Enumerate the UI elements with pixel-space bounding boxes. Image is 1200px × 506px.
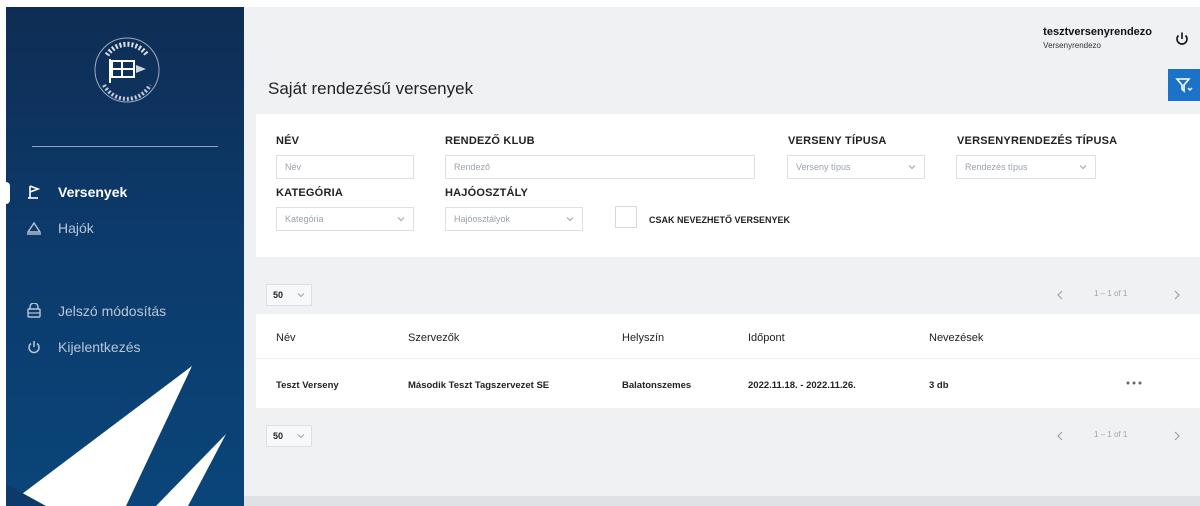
only-open-checkbox[interactable] xyxy=(615,206,637,228)
chevron-down-icon xyxy=(566,217,574,222)
filter-panel: NÉV Név RENDEZŐ KLUB Rendező VERSENY TÍP… xyxy=(256,114,1200,257)
sidebar-item-label: Versenyek xyxy=(58,184,128,200)
sidebar-item-versenyek[interactable]: Versenyek xyxy=(24,182,127,202)
page-range: 1 – 1 of 1 xyxy=(1094,289,1128,298)
cell-date: 2022.11.18. - 2022.11.26. xyxy=(748,380,856,391)
page-size-value: 50 xyxy=(273,290,284,300)
only-open-label: CSAK NEVEZHETŐ VERSENYEK xyxy=(649,215,791,225)
bottom-scroll-area xyxy=(244,496,1200,506)
power-icon xyxy=(24,337,44,357)
column-header-date: Időpont xyxy=(748,332,785,344)
cell-organizers: Második Teszt Tagszervezet SE xyxy=(408,380,550,391)
main-content: Saját rendezésű versenyek tesztversenyre… xyxy=(244,7,1200,506)
prev-page-icon[interactable] xyxy=(1053,288,1067,302)
column-header-organizers: Szervezők xyxy=(408,332,460,344)
page-title: Saját rendezésű versenyek xyxy=(268,79,474,98)
org-type-label: VERSENYRENDEZÉS TÍPUSA xyxy=(957,135,1118,147)
chevron-down-icon xyxy=(397,217,405,222)
active-nav-marker xyxy=(6,182,10,204)
sidebar-item-label: Hajók xyxy=(58,220,94,236)
pagination-bottom: 50 1 – 1 of 1 xyxy=(266,425,1186,447)
logout-power-icon[interactable] xyxy=(1174,31,1190,47)
chevron-down-icon xyxy=(297,293,305,298)
sidebar-item-label: Kijelentkezés xyxy=(58,339,141,355)
boat-icon xyxy=(24,218,44,238)
next-page-icon[interactable] xyxy=(1170,288,1184,302)
sidebar-item-logout[interactable]: Kijelentkezés xyxy=(24,337,141,357)
org-type-select[interactable]: Rendezés típus xyxy=(956,155,1096,179)
boatclass-label: HAJÓOSZTÁLY xyxy=(445,187,529,199)
boatclass-placeholder: Hajóosztályok xyxy=(454,214,511,224)
flag-icon xyxy=(24,182,44,202)
boatclass-select[interactable]: Hajóosztályok xyxy=(445,207,583,231)
name-filter-input[interactable]: Név xyxy=(276,155,414,179)
race-type-label: VERSENY TÍPUSA xyxy=(788,135,887,147)
club-filter-input[interactable]: Rendező xyxy=(445,155,755,179)
name-filter-label: NÉV xyxy=(276,135,300,147)
filter-icon xyxy=(1175,78,1193,93)
page-range: 1 – 1 of 1 xyxy=(1094,430,1128,439)
sails-decoration xyxy=(6,366,226,506)
filter-toggle-button[interactable] xyxy=(1168,69,1200,101)
federation-logo xyxy=(92,35,162,105)
sidebar-divider xyxy=(32,146,218,147)
org-type-placeholder: Rendezés típus xyxy=(965,162,1028,172)
user-role: Versenyrendezo xyxy=(1043,41,1101,50)
pagination-top: 50 1 – 1 of 1 xyxy=(266,284,1186,306)
chevron-down-icon xyxy=(1079,165,1087,170)
sidebar-item-password[interactable]: Jelszó módosítás xyxy=(24,301,166,321)
column-header-location: Helyszín xyxy=(622,332,665,344)
user-name: tesztversenyrendezo xyxy=(1043,26,1152,38)
prev-page-icon[interactable] xyxy=(1053,429,1067,443)
category-label: KATEGÓRIA xyxy=(276,187,343,199)
cell-name: Teszt Verseny xyxy=(276,380,339,391)
next-page-icon[interactable] xyxy=(1170,429,1184,443)
club-filter-label: RENDEZŐ KLUB xyxy=(445,135,535,147)
sidebar: Versenyek Hajók Jelszó módosítás Kijelen… xyxy=(6,7,244,506)
sidebar-item-label: Jelszó módosítás xyxy=(58,303,167,319)
column-header-entries: Nevezések xyxy=(929,332,984,344)
user-info: tesztversenyrendezo Versenyrendezo xyxy=(1043,26,1152,50)
lock-icon xyxy=(24,301,44,321)
races-table: Név Szervezők Helyszín Időpont Nevezések… xyxy=(256,314,1200,408)
more-actions-icon[interactable] xyxy=(1122,376,1146,390)
page-size-select[interactable]: 50 xyxy=(266,284,312,306)
cell-location: Balatonszemes xyxy=(622,380,692,391)
page-size-value: 50 xyxy=(273,431,284,441)
column-header-name: Név xyxy=(276,332,296,344)
cell-entries: 3 db xyxy=(929,380,949,391)
page-size-select[interactable]: 50 xyxy=(266,425,312,447)
chevron-down-icon xyxy=(908,165,916,170)
sidebar-item-hajok[interactable]: Hajók xyxy=(24,218,94,238)
category-placeholder: Kategória xyxy=(285,214,324,224)
chevron-down-icon xyxy=(297,434,305,439)
race-type-placeholder: Verseny típus xyxy=(796,162,851,172)
category-select[interactable]: Kategória xyxy=(276,207,414,231)
race-type-select[interactable]: Verseny típus xyxy=(787,155,925,179)
table-header-divider xyxy=(256,358,1200,359)
